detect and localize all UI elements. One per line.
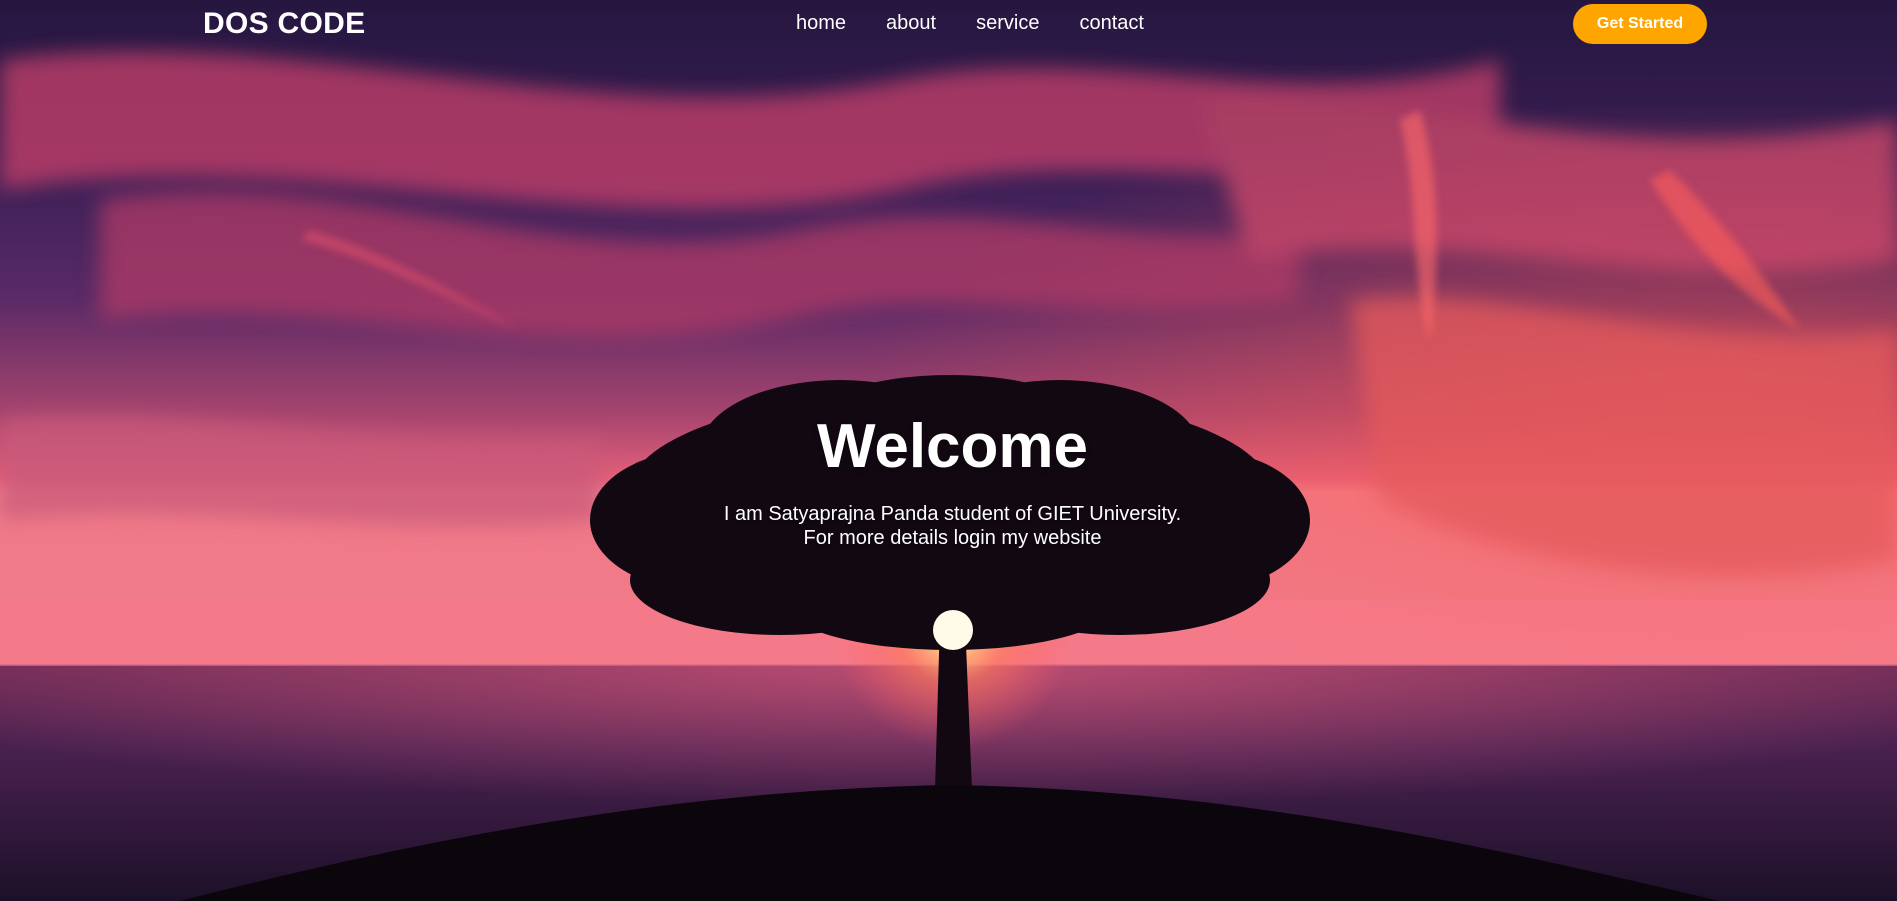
nav-link-contact[interactable]: contact: [1079, 11, 1143, 35]
nav-link-home[interactable]: home: [796, 11, 846, 35]
hero-description-line: I am Satyaprajna Panda student of GIET U…: [723, 503, 1182, 525]
top-navbar: DOS CODE home about service contact Get …: [0, 0, 1897, 48]
get-started-button[interactable]: Get Started: [1573, 4, 1707, 44]
hero-description-line: For more details login my website: [803, 527, 1102, 549]
hero-content: Welcome I am Satyaprajna Panda student o…: [0, 412, 1897, 550]
nav-link-service[interactable]: service: [976, 11, 1039, 35]
hero-description: I am Satyaprajna Panda student of GIET U…: [0, 502, 1897, 550]
nav-link-about[interactable]: about: [886, 11, 936, 35]
nav-links: home about service contact: [796, 11, 1184, 35]
hero-section: DOS CODE home about service contact Get …: [0, 0, 1897, 901]
hero-title: Welcome: [816, 412, 1089, 481]
site-logo[interactable]: DOS CODE: [203, 6, 365, 42]
